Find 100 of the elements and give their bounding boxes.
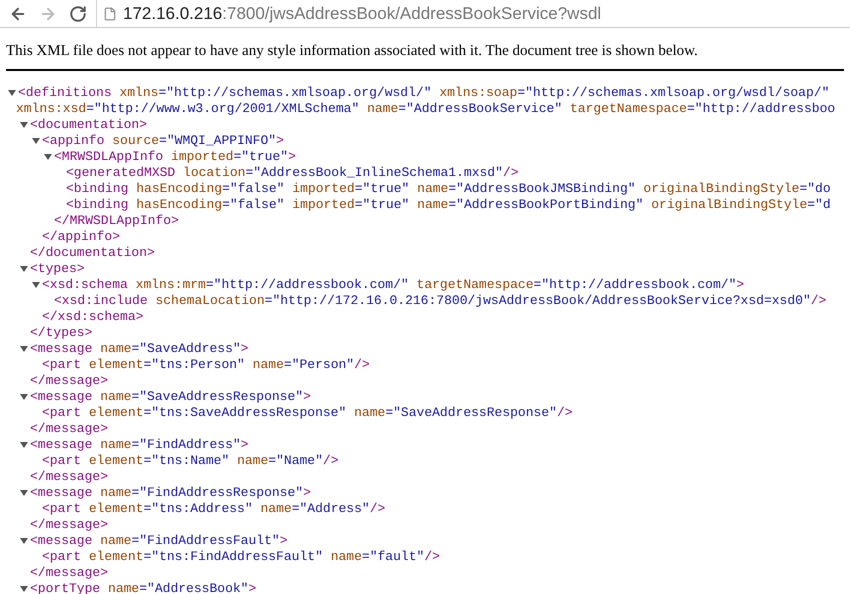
tag-name: <appinfo	[42, 132, 104, 148]
attribute-value: ="http://172.16.0.216:7800/jwsAddressBook/AddressBookService?xsd=xsd0"	[264, 292, 811, 308]
attribute-value: ="true"	[354, 180, 410, 196]
attribute-value: ="FindAddressFault"	[131, 532, 280, 548]
attribute-value: ="http://addressbook.com/"	[206, 276, 409, 292]
attribute-name: originalBindingStyle	[651, 196, 808, 212]
attribute-name: imported	[292, 180, 355, 196]
attribute-value: ="tns:Person"	[143, 356, 245, 372]
tag-bracket: >	[280, 532, 288, 548]
collapse-triangle-icon[interactable]	[32, 136, 40, 144]
closing-tag: </message>	[30, 516, 108, 532]
tag-name: <xsd:include	[54, 292, 148, 308]
tag-bracket: />	[810, 292, 826, 308]
tag-name: <part	[42, 404, 82, 420]
tag-bracket: >	[76, 260, 85, 276]
attribute-value: ="SaveAddressResponse"	[131, 388, 304, 404]
attribute-name: element	[88, 404, 144, 420]
attribute-value: ="AddressBook"	[139, 580, 248, 594]
collapse-triangle-icon[interactable]	[20, 344, 28, 352]
tag-bracket: />	[322, 452, 339, 468]
tag-name: <MRWSDLAppInfo	[54, 148, 164, 164]
attribute-name: targetNamespace	[416, 276, 534, 292]
closing-tag: </documentation>	[30, 244, 155, 260]
tag-name: <part	[42, 548, 82, 564]
attribute-value: ="http://addressboo	[686, 100, 836, 116]
collapse-triangle-icon[interactable]	[20, 536, 28, 544]
attribute-name: name	[417, 196, 448, 212]
attribute-value: ="tns:SaveAddressResponse"	[143, 404, 346, 420]
tag-name: <generatedMXSD	[66, 164, 176, 180]
attribute-value: ="Address"	[292, 500, 370, 516]
attribute-name: schemaLocation	[155, 292, 265, 308]
attribute-value: ="false"	[222, 180, 284, 196]
tag-bracket: >	[240, 436, 248, 452]
collapse-triangle-icon[interactable]	[20, 440, 28, 448]
tag-bracket: />	[354, 356, 370, 372]
attribute-name: element	[88, 548, 144, 564]
collapse-triangle-icon[interactable]	[20, 584, 28, 592]
tag-bracket: >	[248, 580, 256, 594]
closing-tag: </message>	[30, 420, 108, 436]
attribute-value: ="http://addressbook.com/"	[534, 276, 736, 292]
attribute-value: ="Person"	[284, 356, 354, 372]
closing-tag: </message>	[30, 468, 108, 484]
tag-bracket: >	[288, 148, 296, 164]
attribute-value: ="d	[807, 196, 831, 212]
attribute-name: name	[100, 532, 132, 548]
tag-name: <message	[30, 340, 92, 356]
attribute-value: ="false"	[222, 196, 284, 212]
attribute-name: targetNamespace	[570, 100, 687, 116]
collapse-triangle-icon[interactable]	[20, 264, 28, 272]
attribute-name: name	[100, 388, 132, 404]
collapse-triangle-icon[interactable]	[32, 280, 40, 288]
tag-bracket: >	[303, 388, 311, 404]
collapse-triangle-icon[interactable]	[8, 88, 16, 96]
attribute-name: name	[252, 356, 284, 372]
collapse-triangle-icon[interactable]	[20, 392, 28, 400]
attribute-name: name	[100, 484, 132, 500]
reload-button[interactable]	[68, 4, 88, 24]
attribute-name: name	[330, 548, 362, 564]
attribute-name: hasEncoding	[136, 180, 222, 196]
attribute-value: ="AddressBook_InlineSchema1.mxsd"	[245, 164, 503, 180]
tag-name: <part	[42, 452, 82, 468]
attribute-name: location	[183, 164, 246, 180]
tag-bracket: />	[370, 500, 386, 516]
tag-name: <definitions	[18, 84, 112, 100]
attribute-name: xmlns:mrm	[136, 276, 206, 292]
attribute-name: name	[100, 436, 132, 452]
attribute-value: ="WMQI_APPINFO"	[159, 132, 276, 148]
tag-name: <message	[30, 484, 92, 500]
attribute-value: ="tns:Address"	[143, 500, 253, 516]
tag-name: <types	[30, 260, 77, 276]
attribute-value: ="http://schemas.xmlsoap.org/wsdl/soap/"	[517, 84, 830, 100]
attribute-name: xmlns	[119, 84, 158, 100]
attribute-value: ="Name"	[268, 452, 323, 468]
attribute-value: ="true"	[354, 196, 410, 212]
attribute-name: xmlns:xsd	[16, 100, 86, 116]
attribute-name: originalBindingStyle	[643, 180, 800, 196]
attribute-value: ="FindAddressResponse"	[131, 484, 304, 500]
attribute-value: ="AddressBookJMSBinding"	[448, 180, 636, 196]
collapse-triangle-icon[interactable]	[44, 152, 52, 160]
attribute-value: ="SaveAddress"	[131, 340, 241, 356]
closing-tag: </message>	[30, 564, 108, 580]
attribute-value: ="tns:FindAddressFault"	[143, 548, 323, 564]
tag-bracket: >	[303, 484, 311, 500]
attribute-value: ="true"	[233, 148, 288, 164]
closing-tag: </message>	[30, 372, 108, 388]
tag-bracket: >	[276, 132, 284, 148]
address-bar[interactable]: 172.16.0.216:7800/jwsAddressBook/AddressBookService?wsdl	[96, 0, 850, 28]
url-text: 172.16.0.216:7800/jwsAddressBook/AddressBookService?wsdl	[123, 2, 602, 25]
tag-name: <portType	[30, 580, 100, 594]
tag-name: <documentation	[30, 116, 140, 132]
tag-bracket: />	[424, 548, 440, 564]
closing-tag: </xsd:schema>	[42, 308, 144, 324]
tag-name: <part	[42, 500, 82, 516]
collapse-triangle-icon[interactable]	[20, 488, 28, 496]
closing-tag: </MRWSDLAppInfo>	[54, 212, 179, 228]
tag-bracket: >	[240, 340, 248, 356]
attribute-name: name	[100, 340, 132, 356]
attribute-name: element	[88, 452, 144, 468]
attribute-value: ="http://www.w3.org/2001/XMLSchema"	[86, 100, 360, 116]
collapse-triangle-icon[interactable]	[20, 120, 28, 128]
